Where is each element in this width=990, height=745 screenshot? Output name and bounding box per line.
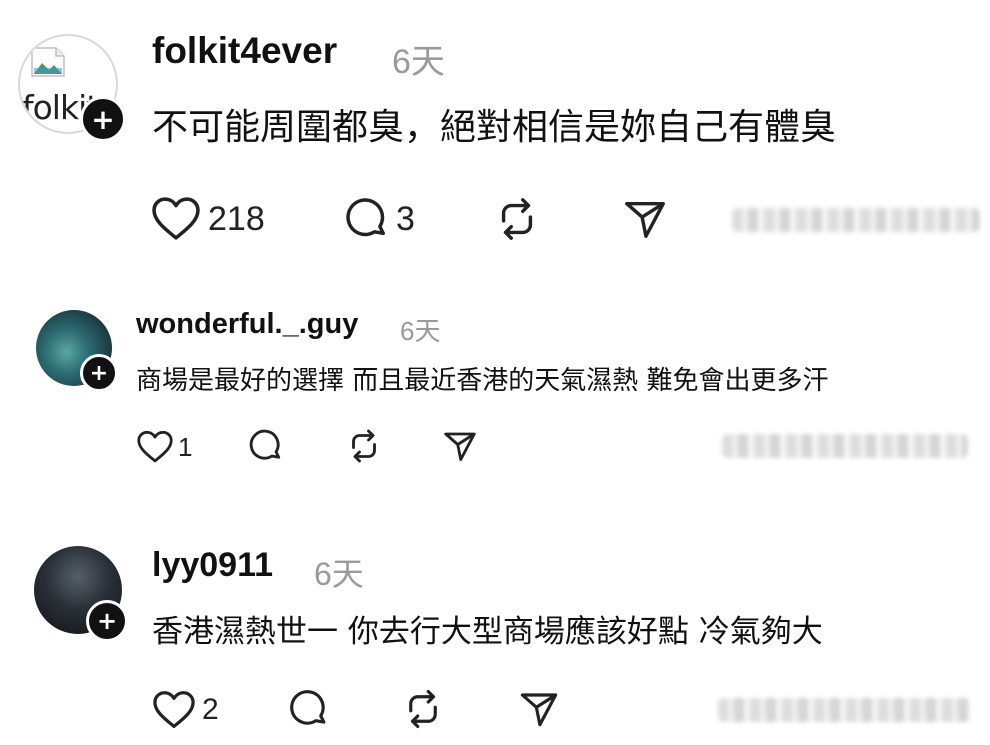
like-count: 1 [178, 431, 193, 462]
username[interactable]: lyy0911 [152, 546, 273, 585]
watermark [732, 208, 980, 232]
like-button[interactable]: 218 [150, 196, 265, 242]
plus-icon: + [96, 607, 118, 635]
comment-text: 香港濕熱世一 你去行大型商場應該好點 冷氣夠大 [152, 614, 823, 650]
like-count: 218 [208, 199, 265, 238]
repost-icon [409, 689, 437, 729]
watermark [718, 698, 970, 722]
like-button[interactable]: 2 [152, 690, 219, 730]
reply-count: 3 [396, 199, 415, 238]
comment-bubble-icon [249, 429, 281, 460]
repost-icon [352, 429, 376, 463]
username[interactable]: wonderful._.guy [136, 308, 358, 341]
plus-icon: + [91, 102, 115, 136]
follow-button[interactable]: + [80, 354, 118, 392]
comment-text: 商場是最好的選擇 而且最近香港的天氣濕熱 難免會出更多汗 [136, 366, 829, 396]
heart-icon [153, 691, 195, 728]
timestamp: 6天 [314, 556, 364, 592]
repost-icon [501, 198, 533, 240]
send-icon [444, 432, 476, 461]
share-button[interactable] [622, 196, 668, 242]
watermark [722, 434, 968, 458]
comment-bubble-icon [346, 198, 386, 237]
send-icon [625, 201, 665, 238]
share-button[interactable] [442, 428, 478, 464]
comment-text: 不可能周圍都臭，絕對相信是妳自己有體臭 [152, 107, 837, 148]
like-button[interactable]: 1 [136, 430, 192, 464]
heart-icon [137, 430, 173, 463]
reply-button[interactable] [248, 428, 284, 464]
username[interactable]: folkit4ever [152, 30, 337, 72]
reply-button[interactable] [288, 688, 330, 730]
repost-button[interactable] [494, 196, 540, 242]
reply-button[interactable]: 3 [344, 196, 415, 242]
comment-item: + lyy0911 6天 香港濕熱世一 你去行大型商場應該好點 冷氣夠大 2 [0, 510, 990, 745]
comment-item: + wonderful._.guy 6天 商場是最好的選擇 而且最近香港的天氣濕… [0, 280, 990, 510]
repost-button[interactable] [346, 428, 382, 464]
like-count: 2 [202, 693, 219, 726]
follow-button[interactable]: + [86, 600, 128, 642]
heart-icon [152, 197, 200, 240]
broken-image-icon [31, 47, 65, 77]
timestamp: 6天 [392, 43, 445, 81]
comment-bubble-icon [290, 690, 326, 725]
follow-button[interactable]: + [80, 96, 126, 142]
share-button[interactable] [518, 688, 560, 730]
timestamp: 6天 [400, 316, 441, 346]
comment-item: folkit + folkit4ever 6天 不可能周圍都臭，絕對相信是妳自己… [0, 0, 990, 280]
plus-icon: + [89, 360, 109, 386]
repost-button[interactable] [402, 688, 444, 730]
send-icon [520, 693, 558, 727]
